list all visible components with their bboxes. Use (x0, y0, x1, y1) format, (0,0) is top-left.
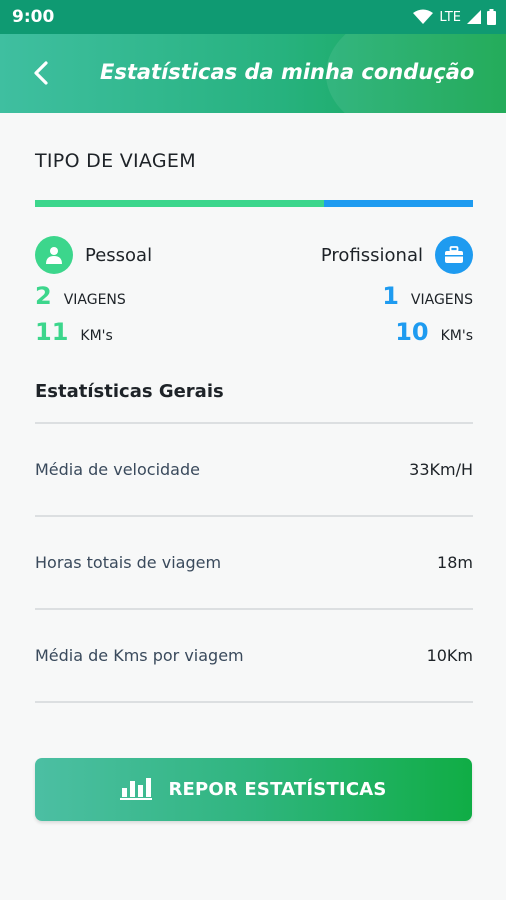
stat-label: Média de velocidade (35, 460, 200, 479)
general-stats-list: Média de velocidade 33Km/H Horas totais … (35, 422, 473, 703)
personal-trips-unit: VIAGENS (63, 292, 126, 308)
reset-stats-label: REPOR ESTATÍSTICAS (168, 779, 387, 800)
personal-trips-panel: Pessoal 2 VIAGENS 11 KM's (35, 236, 152, 346)
reset-stats-button[interactable]: REPOR ESTATÍSTICAS (35, 758, 472, 821)
professional-trips-unit: VIAGENS (410, 292, 473, 308)
stat-row-average-km: Média de Kms por viagem 10Km (35, 610, 473, 701)
general-stats-title: Estatísticas Gerais (35, 381, 224, 402)
personal-trips-count: 2 (35, 282, 52, 310)
person-icon (35, 236, 73, 274)
stat-label: Horas totais de viagem (35, 553, 222, 572)
signal-icon (467, 10, 481, 24)
status-icons: LTE (413, 9, 496, 25)
trip-type-title: TIPO DE VIAGEM (35, 150, 196, 172)
professional-km-count: 10 (395, 318, 429, 346)
stat-row-average-speed: Média de velocidade 33Km/H (35, 424, 473, 515)
page-title: Estatísticas da minha condução (100, 60, 475, 84)
professional-trips-panel: Profissional 1 VIAGENS 10 KM's (321, 236, 473, 346)
network-label: LTE (439, 9, 461, 25)
trip-type-split-bar (35, 200, 473, 207)
back-button[interactable] (24, 56, 58, 90)
status-bar: 9:00 LTE (0, 0, 506, 34)
app-bar: Estatísticas da minha condução (0, 34, 506, 113)
briefcase-icon (435, 236, 473, 274)
stat-row-total-hours: Horas totais de viagem 18m (35, 517, 473, 608)
chevron-left-icon (34, 61, 48, 85)
status-time: 9:00 (12, 7, 55, 27)
personal-label: Pessoal (85, 244, 153, 266)
professional-trips-count: 1 (382, 282, 399, 310)
professional-km-unit: KM's (440, 328, 473, 344)
professional-label: Profissional (320, 244, 423, 266)
bar-chart-icon (120, 776, 153, 804)
personal-share-bar (35, 200, 325, 207)
battery-icon (487, 9, 496, 25)
personal-km-count: 11 (35, 318, 69, 346)
divider (35, 701, 473, 703)
personal-km-unit: KM's (80, 328, 113, 344)
professional-share-bar (324, 200, 473, 207)
wifi-icon (413, 9, 434, 25)
stat-label: Média de Kms por viagem (35, 646, 244, 665)
stat-value: 33Km/H (409, 460, 473, 479)
stat-value: 10Km (426, 646, 473, 665)
stat-value: 18m (437, 553, 473, 572)
